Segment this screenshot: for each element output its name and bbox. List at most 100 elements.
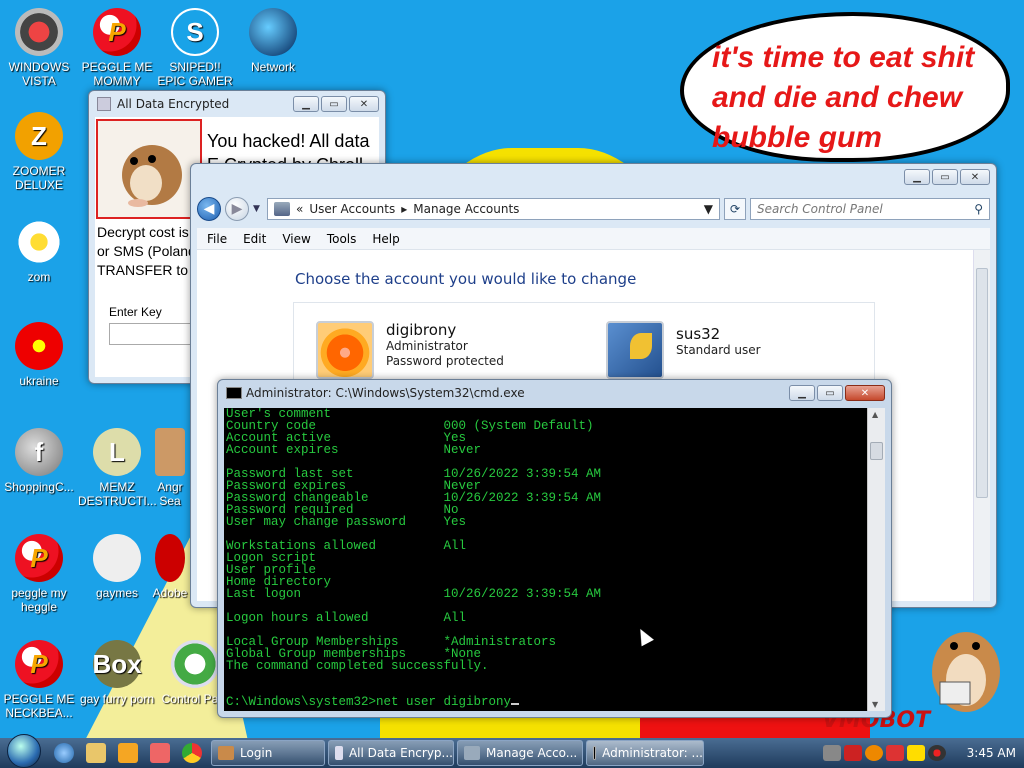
ransom-titlebar[interactable]: All Data Encrypted ▁ ▭ ✕	[89, 91, 385, 117]
taskbar-manage-accounts[interactable]: Manage Acco...	[457, 740, 583, 766]
forward-button[interactable]: ▶	[225, 197, 249, 221]
desktop-icon-shopping[interactable]: f ShoppingC...	[0, 428, 78, 494]
menu-edit[interactable]: Edit	[243, 232, 266, 246]
desktop-icon-adobe[interactable]: Adobe	[150, 534, 190, 600]
vertical-scrollbar[interactable]	[973, 250, 990, 601]
tray-app-icon[interactable]	[822, 745, 841, 761]
window-title: All Data Encrypted	[117, 97, 230, 111]
search-placeholder: Search Control Panel	[757, 202, 883, 216]
refresh-button[interactable]: ⟳	[724, 198, 746, 220]
desktop-icon-label: WINDOWS VISTA	[8, 60, 70, 88]
desktop-icon-sniped[interactable]: S SNIPED!! EPIC GAMER 360...	[156, 8, 234, 102]
console-line: Logon hours allowed All	[226, 611, 467, 625]
desktop-icon-ukraine[interactable]: ukraine	[0, 322, 78, 388]
minimize-button[interactable]: ▁	[904, 169, 930, 185]
desktop-icon-windows-vista[interactable]: WINDOWS VISTA	[0, 8, 78, 88]
console-line: User may change password Yes	[226, 515, 467, 529]
desktop-icon-label: ShoppingC...	[4, 480, 74, 494]
flower-icon	[15, 218, 63, 266]
close-button[interactable]: ✕	[960, 169, 990, 185]
address-bar[interactable]: « User Accounts ▸ Manage Accounts ▼	[267, 198, 720, 220]
tray-v-icon[interactable]	[843, 745, 862, 761]
ransom-details: Decrypt cost is or SMS (Poland TRANSFER …	[97, 223, 200, 280]
desktop-icon-network[interactable]: Network	[234, 8, 312, 74]
network-icon	[249, 8, 297, 56]
address-dropdown-icon[interactable]: ▼	[704, 202, 713, 216]
account-digibrony[interactable]: digibrony Administrator Password protect…	[316, 321, 504, 379]
close-button[interactable]: ✕	[349, 96, 379, 112]
quicklaunch-app[interactable]	[144, 738, 176, 768]
desktop-icon-label: MEMZ DESTRUCTI...	[78, 480, 157, 508]
console-line: C:\Windows\system32>net user digibrony	[226, 696, 867, 708]
app-icon	[97, 97, 111, 111]
desktop-icon-label: Angr Sea	[157, 480, 183, 508]
back-button[interactable]: ◀	[197, 197, 221, 221]
breadcrumb-user-accounts[interactable]: User Accounts	[309, 202, 395, 216]
console-output[interactable]: User's comment Country code 000 (System D…	[224, 408, 867, 711]
console-line: Logon script	[226, 551, 317, 565]
cmd-titlebar[interactable]: Administrator: C:\Windows\System32\cmd.e…	[218, 380, 891, 406]
desktop-icon-zoomer-deluxe[interactable]: Z ZOOMER DELUXE	[0, 112, 78, 192]
taskbar-login[interactable]: Login	[211, 740, 325, 766]
breadcrumb-separator-icon: ▸	[401, 202, 408, 216]
desktop-icon-label: peggle my heggle	[11, 586, 67, 614]
tray-search-icon[interactable]	[864, 745, 883, 761]
desktop-icon-zom[interactable]: zom	[0, 218, 78, 284]
crumb-overflow[interactable]: «	[296, 202, 303, 216]
window-title: Administrator: C:\Windows\System32\cmd.e…	[246, 386, 525, 400]
maximize-button[interactable]: ▭	[321, 96, 347, 112]
desktop-icon-label: gaymes	[95, 586, 139, 600]
vertical-scrollbar[interactable]: ▲ ▼	[867, 408, 885, 711]
start-button[interactable]	[0, 734, 48, 768]
desktop-icon-gaymes[interactable]: gaymes	[78, 534, 156, 600]
ransom-message-1: You hacked! All data	[207, 131, 370, 151]
memz-icon: L	[93, 428, 141, 476]
app-icon	[150, 743, 170, 763]
desktop-icon-label: gay furry porn	[79, 692, 155, 706]
users-icon	[274, 202, 290, 216]
desktop-icon-peggle-me-neckbeard[interactable]: P PEGGLE ME NECKBEA...	[0, 640, 78, 720]
menu-view[interactable]: View	[282, 232, 310, 246]
taskbar: Login All Data Encryp... Manage Acco... …	[0, 734, 1024, 768]
quicklaunch-ie[interactable]	[48, 738, 80, 768]
menu-help[interactable]: Help	[372, 232, 399, 246]
tray-message-icon[interactable]	[906, 745, 925, 761]
text-cursor	[511, 703, 520, 705]
desktop-icon-peggle-my-heggle[interactable]: P peggle my heggle	[0, 534, 78, 614]
control-panel-titlebar[interactable]: ▁ ▭ ✕	[191, 164, 996, 190]
minimize-button[interactable]: ▁	[789, 385, 815, 401]
desktop-icon-peggle-me-mommy[interactable]: P PEGGLE ME MOMMY	[78, 8, 156, 88]
desktop-icon-gay-furry[interactable]: Box gay furry porn	[78, 640, 156, 706]
desktop-icon-angry[interactable]: Angr Sea	[150, 428, 190, 508]
maximize-button[interactable]: ▭	[932, 169, 958, 185]
cmd-window[interactable]: Administrator: C:\Windows\System32\cmd.e…	[217, 379, 892, 718]
close-button[interactable]: ✕	[845, 385, 885, 401]
search-input[interactable]: Search Control Panel ⚲	[750, 198, 990, 220]
quicklaunch-explorer[interactable]	[80, 738, 112, 768]
desktop-icon-memz[interactable]: L MEMZ DESTRUCTI...	[78, 428, 157, 508]
tray-flag-icon[interactable]	[885, 745, 904, 761]
scroll-up-icon[interactable]: ▲	[872, 410, 878, 419]
tray-record-icon[interactable]	[927, 745, 946, 761]
account-sus32[interactable]: sus32 Standard user	[606, 321, 761, 379]
clock[interactable]: 3:45 AM	[967, 746, 1016, 760]
ransom-detail-line: TRANSFER to 7	[97, 262, 200, 278]
menu-tools[interactable]: Tools	[327, 232, 357, 246]
chrome-icon	[182, 743, 202, 763]
scrollbar-thumb[interactable]	[976, 268, 988, 498]
folder-icon	[86, 743, 106, 763]
quicklaunch-media[interactable]	[112, 738, 144, 768]
breadcrumb-manage-accounts[interactable]: Manage Accounts	[413, 202, 519, 216]
search-icon[interactable]: ⚲	[974, 202, 983, 216]
menu-file[interactable]: File	[207, 232, 227, 246]
history-dropdown[interactable]: ▼	[253, 204, 263, 214]
scrollbar-thumb[interactable]	[870, 442, 883, 460]
scroll-down-icon[interactable]: ▼	[872, 700, 878, 709]
desktop-icon-label: Network	[250, 60, 295, 74]
taskbar-all-data-encrypted[interactable]: All Data Encryp...	[328, 740, 454, 766]
taskbar-cmd[interactable]: Administrator: ...	[586, 740, 704, 766]
minimize-button[interactable]: ▁	[293, 96, 319, 112]
quicklaunch-chrome[interactable]	[176, 738, 208, 768]
maximize-button[interactable]: ▭	[817, 385, 843, 401]
account-name: sus32	[676, 325, 721, 343]
